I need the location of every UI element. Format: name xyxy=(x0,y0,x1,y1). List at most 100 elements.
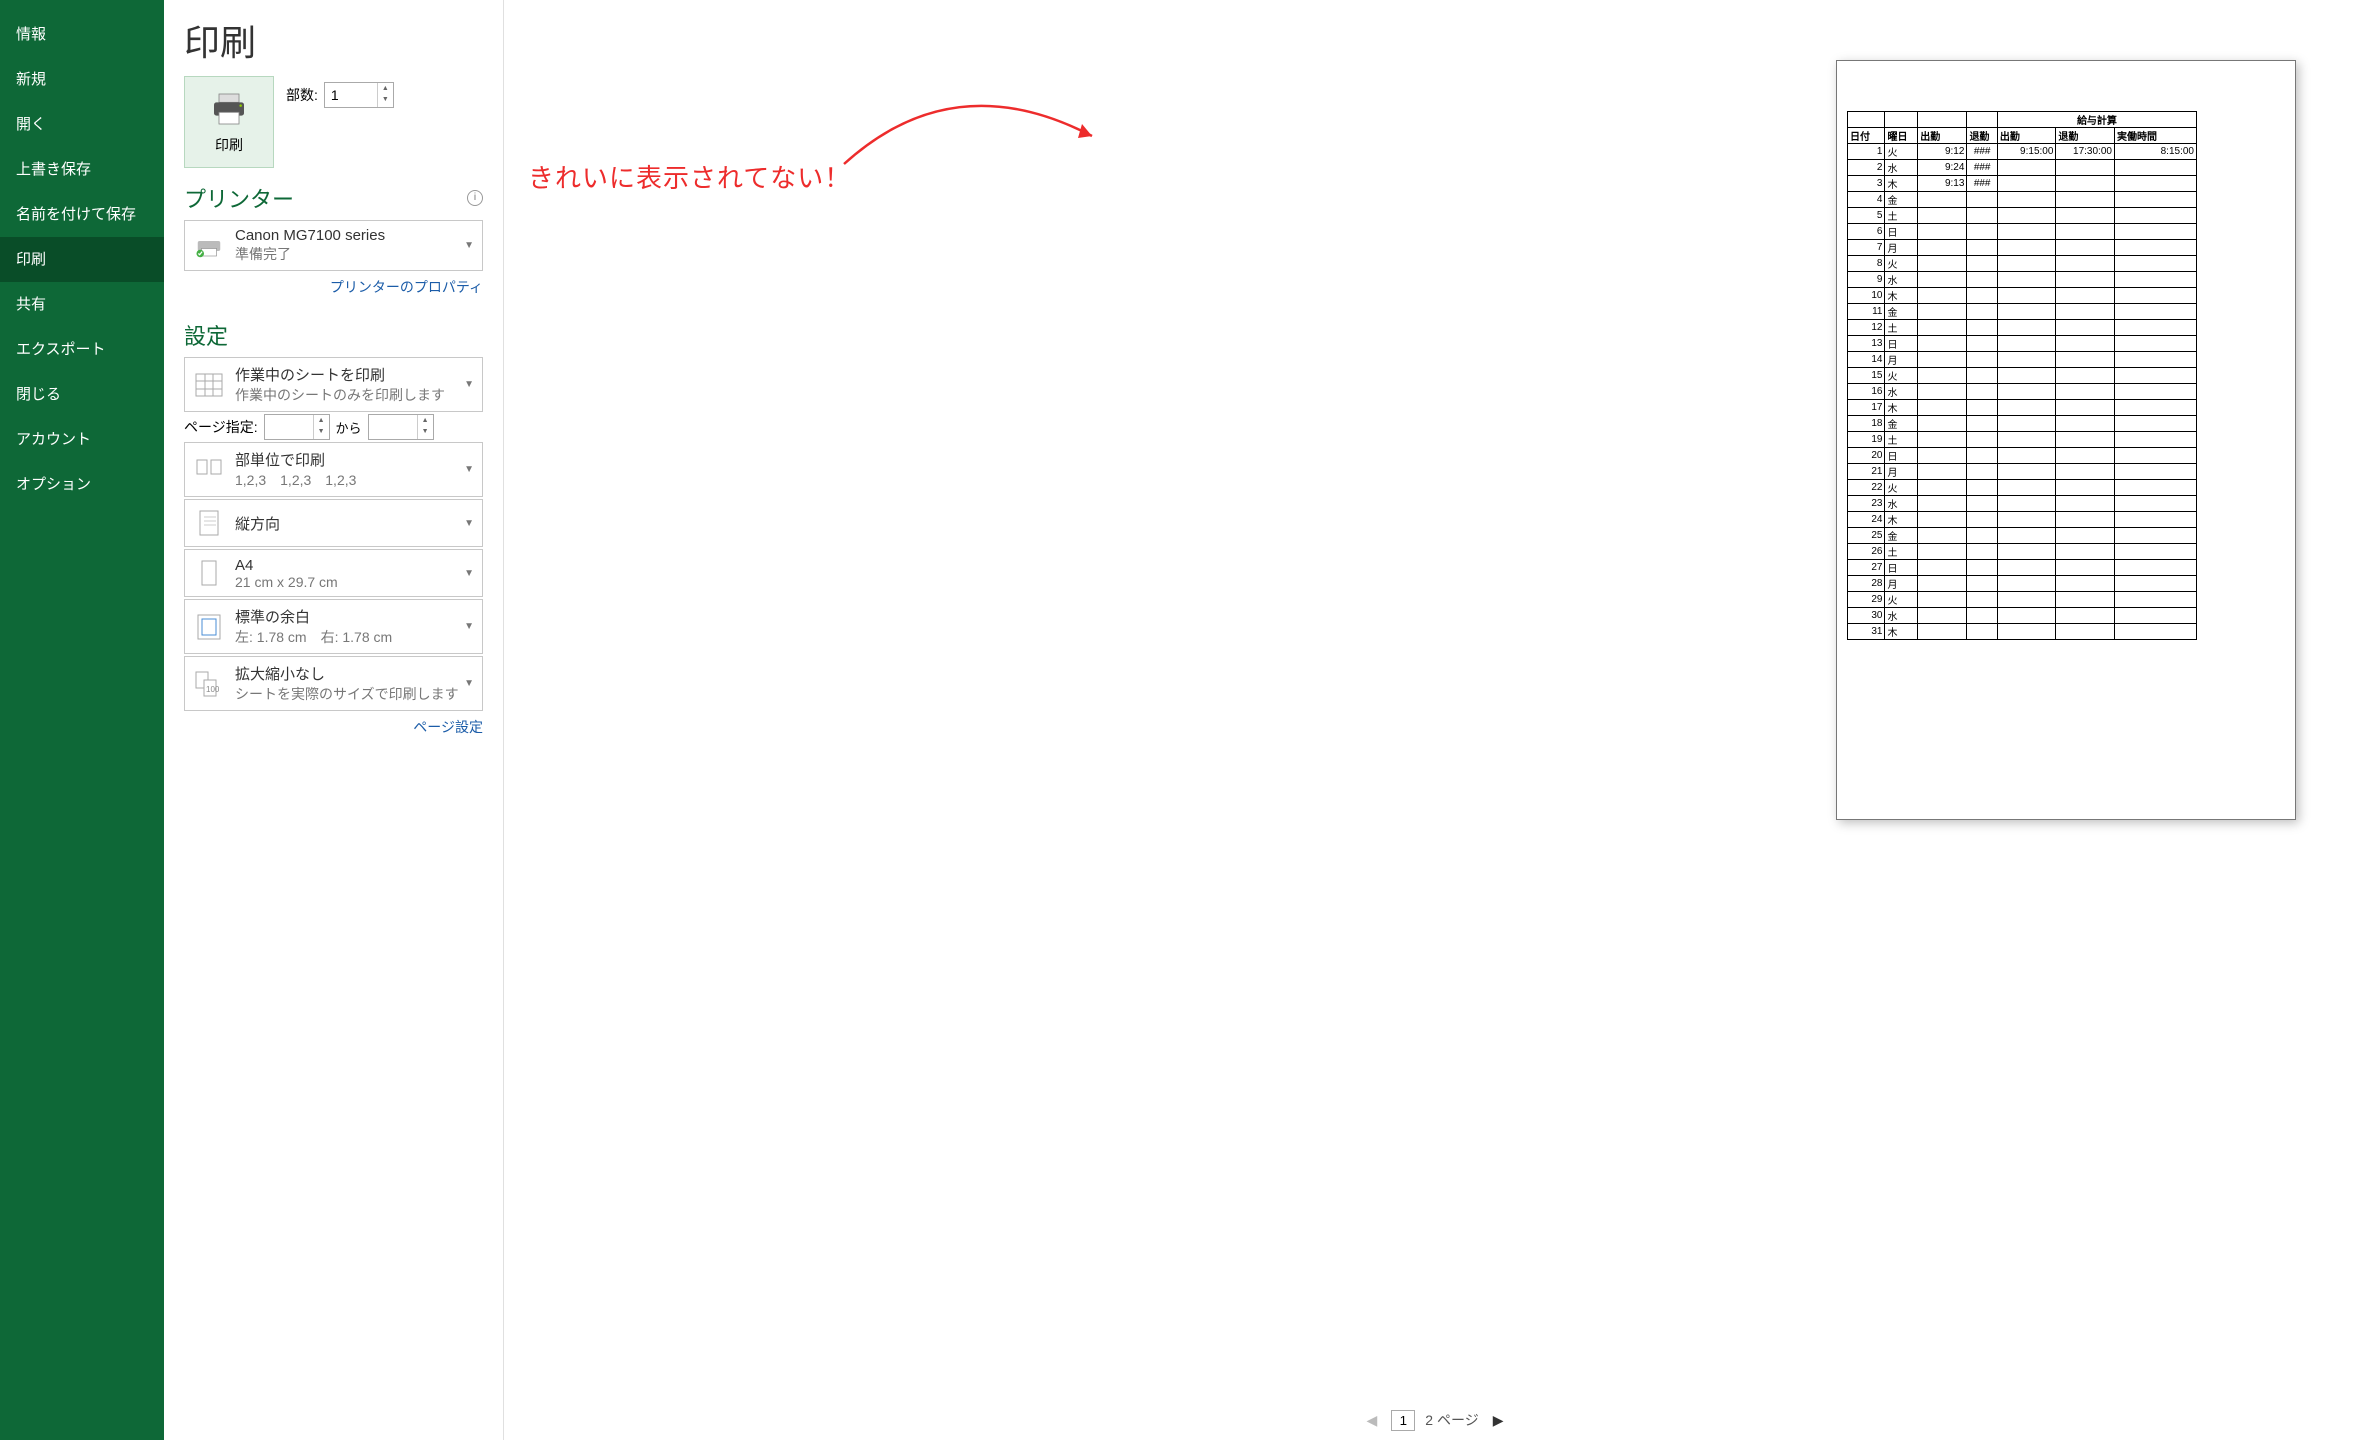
print-button-label: 印刷 xyxy=(215,135,243,155)
chevron-down-icon: ▼ xyxy=(464,518,474,529)
table-row: 3木9:13### xyxy=(1848,176,2197,192)
backstage-sidebar: 情報新規開く上書き保存名前を付けて保存印刷共有エクスポート閉じるアカウントオプシ… xyxy=(0,0,164,1440)
current-page-input[interactable] xyxy=(1391,1410,1415,1431)
table-row: 5土 xyxy=(1848,208,2197,224)
page-from-spinner[interactable]: ▲▼ xyxy=(264,414,330,440)
table-row: 12土 xyxy=(1848,320,2197,336)
table-row: 23水 xyxy=(1848,496,2197,512)
printer-status: 準備完了 xyxy=(235,244,474,264)
table-row: 30水 xyxy=(1848,608,2197,624)
printer-selector[interactable]: Canon MG7100 series 準備完了 ▼ xyxy=(184,220,483,271)
page-range-label: ページ指定: xyxy=(184,417,258,437)
spinner-down-icon[interactable]: ▼ xyxy=(418,426,433,437)
sheet-grid-icon xyxy=(193,369,225,401)
table-row: 20日 xyxy=(1848,448,2197,464)
table-row: 28月 xyxy=(1848,576,2197,592)
table-row: 22火 xyxy=(1848,480,2197,496)
scaling-selector[interactable]: 100 拡大縮小なし シートを実際のサイズで印刷します ▼ xyxy=(184,656,483,711)
table-row: 2水9:24### xyxy=(1848,160,2197,176)
copies-label: 部数: xyxy=(286,85,318,105)
sidebar-item-1[interactable]: 新規 xyxy=(0,57,164,102)
collate-icon xyxy=(193,454,225,486)
spinner-up-icon[interactable]: ▲ xyxy=(378,83,393,94)
table-row: 10木 xyxy=(1848,288,2197,304)
print-settings-panel: 印刷 印刷 部数: xyxy=(164,0,504,1440)
chevron-down-icon: ▼ xyxy=(464,568,474,579)
paper-size-selector[interactable]: A4 21 cm x 29.7 cm ▼ xyxy=(184,549,483,597)
preview-pager: ◀ 2 ページ ▶ xyxy=(504,1400,2366,1440)
table-row: 19土 xyxy=(1848,432,2197,448)
table-row: 24木 xyxy=(1848,512,2197,528)
chevron-down-icon: ▼ xyxy=(464,678,474,689)
annotation-text: きれいに表示されてない！ xyxy=(528,158,851,195)
annotation-arrow-icon xyxy=(834,74,1114,174)
sidebar-item-4[interactable]: 名前を付けて保存 xyxy=(0,192,164,237)
table-row: 25金 xyxy=(1848,528,2197,544)
sidebar-item-8[interactable]: 閉じる xyxy=(0,372,164,417)
table-row: 6日 xyxy=(1848,224,2197,240)
next-page-arrow-icon[interactable]: ▶ xyxy=(1489,1408,1508,1433)
page-title: 印刷 xyxy=(184,0,483,76)
page-setup-link[interactable]: ページ設定 xyxy=(184,713,483,745)
print-preview-panel: きれいに表示されてない！ 給与計算日付曜日出勤退勤出勤退勤実働時間1火9:12#… xyxy=(504,0,2366,1440)
printer-icon xyxy=(208,89,250,129)
sidebar-item-10[interactable]: オプション xyxy=(0,462,164,507)
page-from-input[interactable] xyxy=(265,415,313,439)
table-row: 7月 xyxy=(1848,240,2197,256)
sidebar-item-5[interactable]: 印刷 xyxy=(0,237,164,282)
table-row: 31木 xyxy=(1848,624,2197,640)
sidebar-item-0[interactable]: 情報 xyxy=(0,12,164,57)
chevron-down-icon: ▼ xyxy=(464,240,474,251)
chevron-down-icon: ▼ xyxy=(464,379,474,390)
table-row: 15火 xyxy=(1848,368,2197,384)
copies-spinner[interactable]: ▲ ▼ xyxy=(324,82,394,108)
table-row: 17木 xyxy=(1848,400,2197,416)
sidebar-item-2[interactable]: 開く xyxy=(0,102,164,147)
sidebar-item-6[interactable]: 共有 xyxy=(0,282,164,327)
table-row: 18金 xyxy=(1848,416,2197,432)
orientation-selector[interactable]: 縦方向 ▼ xyxy=(184,499,483,547)
print-button[interactable]: 印刷 xyxy=(184,76,274,168)
spinner-up-icon[interactable]: ▲ xyxy=(314,415,329,426)
page-to-spinner[interactable]: ▲▼ xyxy=(368,414,434,440)
sidebar-item-7[interactable]: エクスポート xyxy=(0,327,164,372)
table-row: 29火 xyxy=(1848,592,2197,608)
table-row: 9水 xyxy=(1848,272,2197,288)
page-to-input[interactable] xyxy=(369,415,417,439)
page-total-label: 2 ページ xyxy=(1425,1410,1478,1430)
margins-icon xyxy=(193,611,225,643)
table-row: 26土 xyxy=(1848,544,2197,560)
table-row: 27日 xyxy=(1848,560,2197,576)
page-range-kara: から xyxy=(336,418,362,437)
table-row: 14月 xyxy=(1848,352,2197,368)
table-row: 21月 xyxy=(1848,464,2197,480)
preview-sheet: 給与計算日付曜日出勤退勤出勤退勤実働時間1火9:12###9:15:0017:3… xyxy=(1836,60,2296,820)
sidebar-item-3[interactable]: 上書き保存 xyxy=(0,147,164,192)
spinner-down-icon[interactable]: ▼ xyxy=(314,426,329,437)
table-row: 8火 xyxy=(1848,256,2197,272)
prev-page-arrow-icon[interactable]: ◀ xyxy=(1363,1408,1382,1433)
page-icon xyxy=(193,557,225,589)
table-row: 4金 xyxy=(1848,192,2197,208)
table-row: 16水 xyxy=(1848,384,2197,400)
sidebar-item-9[interactable]: アカウント xyxy=(0,417,164,462)
preview-table: 給与計算日付曜日出勤退勤出勤退勤実働時間1火9:12###9:15:0017:3… xyxy=(1847,111,2197,640)
table-row: 11金 xyxy=(1848,304,2197,320)
settings-section-title: 設定 xyxy=(184,319,483,351)
printer-properties-link[interactable]: プリンターのプロパティ xyxy=(184,273,483,305)
print-what-selector[interactable]: 作業中のシートを印刷 作業中のシートのみを印刷します ▼ xyxy=(184,357,483,412)
portrait-icon xyxy=(193,507,225,539)
spinner-up-icon[interactable]: ▲ xyxy=(418,415,433,426)
scaling-icon: 100 xyxy=(193,668,225,700)
spinner-down-icon[interactable]: ▼ xyxy=(378,94,393,105)
printer-device-icon xyxy=(193,230,225,262)
collate-selector[interactable]: 部単位で印刷 1,2,3 1,2,3 1,2,3 ▼ xyxy=(184,442,483,497)
info-icon[interactable]: i xyxy=(467,190,483,206)
copies-input[interactable] xyxy=(325,83,377,107)
margins-selector[interactable]: 標準の余白 左: 1.78 cm 右: 1.78 cm ▼ xyxy=(184,599,483,654)
table-row: 1火9:12###9:15:0017:30:008:15:00 xyxy=(1848,144,2197,160)
table-row: 13日 xyxy=(1848,336,2197,352)
svg-text:100: 100 xyxy=(206,685,220,694)
printer-name: Canon MG7100 series xyxy=(235,227,474,244)
chevron-down-icon: ▼ xyxy=(464,464,474,475)
